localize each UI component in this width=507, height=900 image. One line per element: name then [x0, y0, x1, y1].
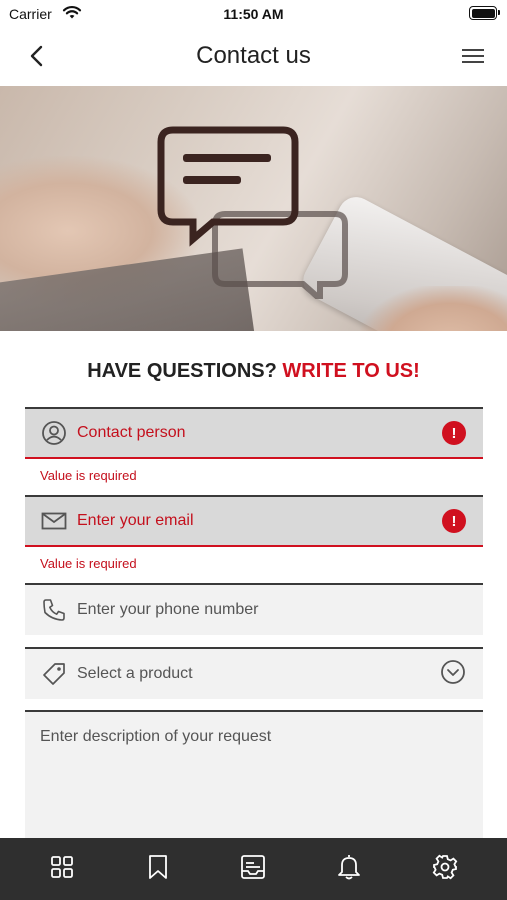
chevron-left-icon [29, 45, 43, 72]
tab-bookmarks[interactable] [133, 844, 183, 894]
bell-icon [336, 853, 362, 886]
user-circle-icon [41, 420, 67, 446]
headline-questions: HAVE QUESTIONS? [87, 360, 277, 382]
envelope-icon [41, 508, 67, 534]
contact-person-error: Value is required [40, 468, 137, 483]
form-headline: HAVE QUESTIONS? WRITE TO US! [0, 360, 507, 383]
gear-icon [432, 854, 458, 885]
email-placeholder: Enter your email [77, 512, 194, 529]
contact-person-field[interactable]: Contact person ! [25, 407, 483, 459]
hero-image [0, 86, 507, 331]
hamburger-menu-icon [461, 47, 485, 70]
status-bar: Carrier 11:50 AM [0, 0, 507, 30]
tab-news[interactable] [228, 844, 278, 894]
bottom-tab-bar [0, 838, 507, 900]
back-button[interactable] [18, 40, 54, 76]
bookmark-icon [147, 854, 169, 885]
status-time: 11:50 AM [223, 6, 284, 22]
tab-settings[interactable] [420, 844, 470, 894]
description-textarea[interactable]: Enter description of your request [25, 710, 483, 838]
email-error: Value is required [40, 556, 137, 571]
grid-icon [50, 855, 74, 884]
news-icon [240, 854, 266, 885]
chevron-down-circle-icon [440, 659, 466, 690]
nav-bar: Contact us [0, 30, 507, 86]
tab-grid[interactable] [37, 844, 87, 894]
menu-button[interactable] [457, 42, 489, 74]
tag-icon [41, 661, 67, 687]
phone-icon [41, 597, 67, 623]
error-badge-icon: ! [442, 421, 466, 445]
page-title: Contact us [196, 42, 311, 69]
phone-field[interactable]: Enter your phone number [25, 583, 483, 635]
product-placeholder: Select a product [77, 665, 193, 682]
description-placeholder: Enter description of your request [40, 728, 272, 745]
product-select[interactable]: Select a product [25, 647, 483, 699]
phone-placeholder: Enter your phone number [77, 601, 259, 618]
email-field[interactable]: Enter your email ! [25, 495, 483, 547]
chat-bubbles-icon [157, 126, 348, 299]
headline-write-to-us: WRITE TO US! [282, 360, 420, 382]
error-badge-icon: ! [442, 509, 466, 533]
contact-person-placeholder: Contact person [77, 424, 186, 441]
battery-icon [469, 6, 500, 20]
tab-notifications[interactable] [324, 844, 374, 894]
